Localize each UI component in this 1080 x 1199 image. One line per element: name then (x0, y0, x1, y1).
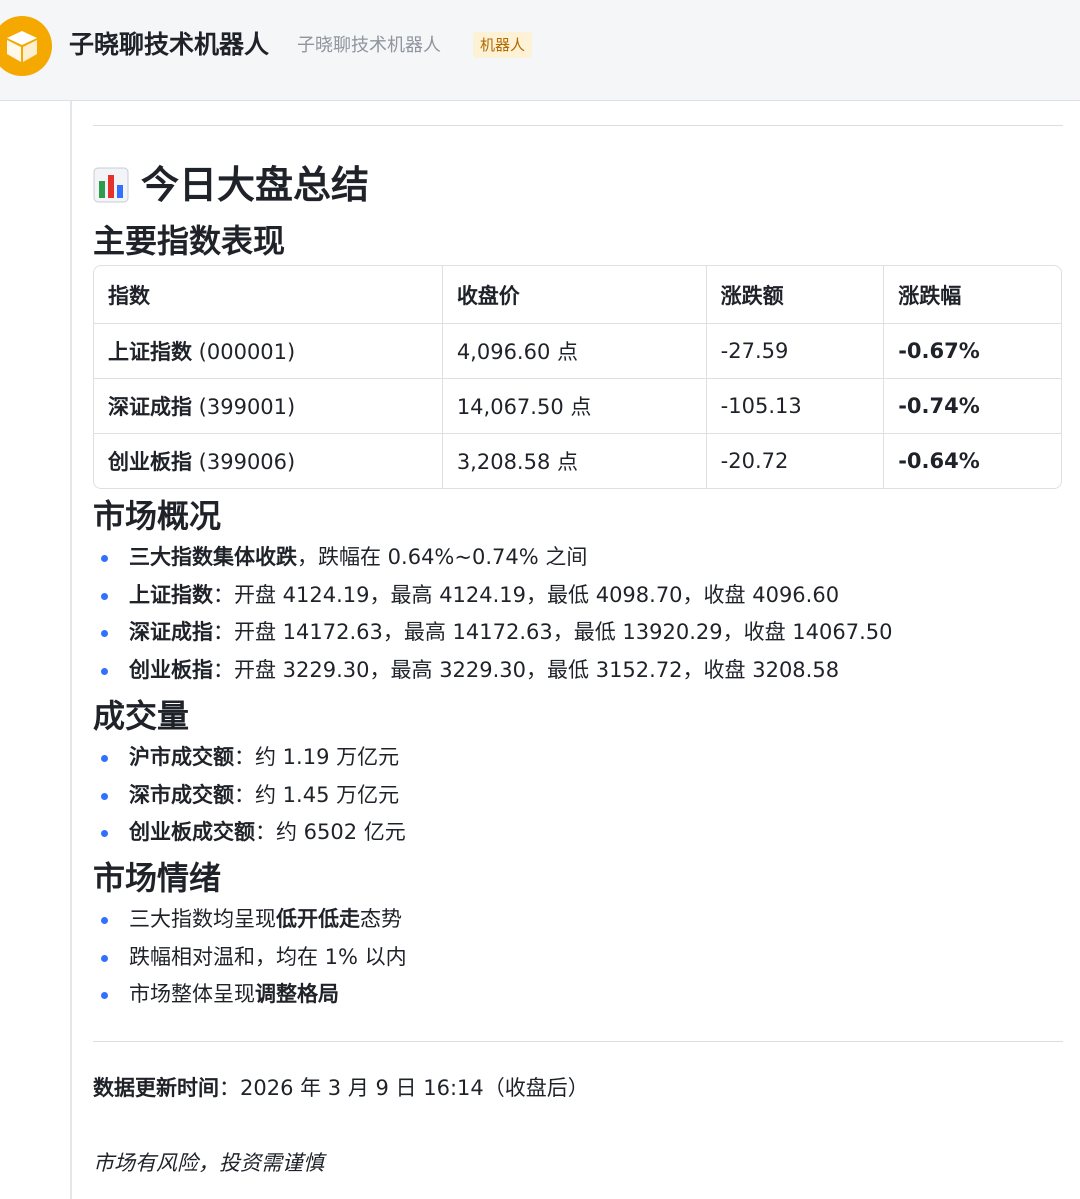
item-bold: 深市成交额 (129, 782, 234, 807)
bot-avatar[interactable] (0, 16, 52, 76)
item-text: ：约 6502 亿元 (255, 820, 406, 844)
index-name-cell: 上证指数 (000001) (94, 324, 443, 379)
risk-note: 市场有风险，投资需谨慎 (93, 1151, 324, 1175)
cube-icon (7, 31, 37, 62)
list-item: 上证指数：开盘 4124.19，最高 4124.19，最低 4098.70，收盘… (93, 577, 893, 615)
sentiment-heading: 市场情绪 (93, 859, 222, 897)
item-text: ，跌幅在 0.64%~0.74% 之间 (297, 545, 588, 569)
change-cell: -27.59 (706, 324, 885, 379)
list-item: 跌幅相对温和，均在 1% 以内 (93, 939, 407, 977)
table-row: 上证指数 (000001) 4,096.60 点 -27.59 -0.67% (94, 324, 1061, 379)
divider-bottom (93, 1041, 1063, 1042)
indices-heading: 主要指数表现 (93, 222, 286, 260)
bot-name[interactable]: 子晓聊技术机器人 (69, 28, 269, 62)
item-bold: 创业板指 (129, 657, 213, 682)
sentiment-list: 三大指数均呈现低开低走态势 跌幅相对温和，均在 1% 以内 市场整体呈现调整格局 (93, 901, 407, 1014)
card-title: 今日大盘总结 (93, 158, 369, 212)
bot-subname: 子晓聊技术机器人 (297, 35, 441, 56)
item-bold: 创业板成交额 (129, 820, 255, 844)
table-header-row: 指数 收盘价 涨跌额 涨跌幅 (94, 266, 1061, 324)
pct-cell: -0.74% (884, 379, 1061, 434)
card-title-text: 今日大盘总结 (141, 163, 370, 207)
update-label: 数据更新时间 (93, 1076, 219, 1100)
message-thread-rule (70, 101, 72, 1199)
indices-table: 指数 收盘价 涨跌额 涨跌幅 上证指数 (000001) 4,096.60 点 … (93, 265, 1062, 489)
bar-chart-icon (93, 167, 129, 203)
pct-cell: -0.67% (884, 324, 1061, 379)
bot-badge: 机器人 (473, 32, 533, 58)
list-item: 市场整体呈现调整格局 (93, 976, 407, 1014)
index-name: 上证指数 (108, 340, 192, 364)
list-item: 创业板成交额：约 6502 亿元 (93, 814, 406, 852)
index-name: 深证成指 (108, 395, 192, 419)
update-value: ：2026 年 3 月 9 日 16:14（收盘后） (219, 1076, 589, 1100)
divider-top (93, 125, 1063, 126)
index-name-cell: 创业板指 (399006) (94, 434, 443, 488)
column-header: 涨跌额 (706, 266, 885, 324)
item-bold: 沪市成交额 (129, 745, 234, 769)
column-header: 收盘价 (442, 266, 707, 324)
column-header: 指数 (94, 266, 443, 324)
item-text: 市场整体呈现 (129, 982, 255, 1006)
item-text: ：约 1.45 万亿元 (234, 782, 400, 807)
close-cell: 14,067.50 点 (442, 379, 707, 434)
change-cell: -20.72 (707, 434, 885, 488)
index-code: (399001) (192, 395, 296, 419)
item-text: 三大指数均呈现 (129, 907, 276, 931)
close-cell: 4,096.60 点 (442, 324, 707, 379)
item-text: ：开盘 3229.30，最高 3229.30，最低 3152.72，收盘 320… (213, 657, 840, 682)
item-bold: 调整格局 (255, 982, 339, 1006)
index-name: 创业板指 (108, 450, 192, 474)
table-row: 创业板指 (399006) 3,208.58 点 -20.72 -0.64% (94, 434, 1061, 488)
pct-cell: -0.64% (898, 449, 980, 473)
column-header: 涨跌幅 (884, 266, 1061, 324)
list-item: 沪市成交额：约 1.19 万亿元 (93, 739, 406, 777)
item-text: ：开盘 4124.19，最高 4124.19，最低 4098.70，收盘 409… (213, 582, 840, 607)
list-item: 三大指数均呈现低开低走态势 (93, 901, 407, 939)
list-item: 深证成指：开盘 14172.63，最高 14172.63，最低 13920.29… (93, 614, 893, 652)
item-text: ：约 1.19 万亿元 (234, 745, 400, 769)
item-text: 态势 (360, 907, 402, 931)
list-item: 创业板指：开盘 3229.30，最高 3229.30，最低 3152.72，收盘… (93, 652, 893, 690)
overview-heading: 市场概况 (93, 497, 222, 535)
list-item: 深市成交额：约 1.45 万亿元 (93, 777, 406, 815)
volume-list: 沪市成交额：约 1.19 万亿元 深市成交额：约 1.45 万亿元 创业板成交额… (93, 739, 406, 852)
item-text: ：开盘 14172.63，最高 14172.63，最低 13920.29，收盘 … (213, 620, 893, 644)
overview-list: 三大指数集体收跌，跌幅在 0.64%~0.74% 之间 上证指数：开盘 4124… (93, 539, 893, 689)
volume-heading: 成交量 (93, 697, 190, 735)
table-row: 深证成指 (399001) 14,067.50 点 -105.13 -0.74% (94, 379, 1061, 434)
close-cell: 3,208.58 点 (443, 434, 707, 488)
item-bold: 深证成指 (129, 620, 213, 644)
change-cell: -105.13 (706, 379, 885, 434)
item-bold: 上证指数 (129, 582, 213, 607)
chat-header: 子晓聊技术机器人 子晓聊技术机器人 机器人 (0, 0, 1080, 101)
index-code: (399006) (192, 450, 296, 474)
item-text: 跌幅相对温和，均在 1% 以内 (129, 944, 407, 969)
item-bold: 低开低走 (276, 907, 360, 931)
item-bold: 三大指数集体收跌 (129, 545, 297, 569)
index-name-cell: 深证成指 (399001) (94, 379, 443, 434)
list-item: 三大指数集体收跌，跌幅在 0.64%~0.74% 之间 (93, 539, 893, 577)
index-code: (000001) (192, 340, 296, 364)
update-time: 数据更新时间：2026 年 3 月 9 日 16:14（收盘后） (93, 1072, 589, 1104)
